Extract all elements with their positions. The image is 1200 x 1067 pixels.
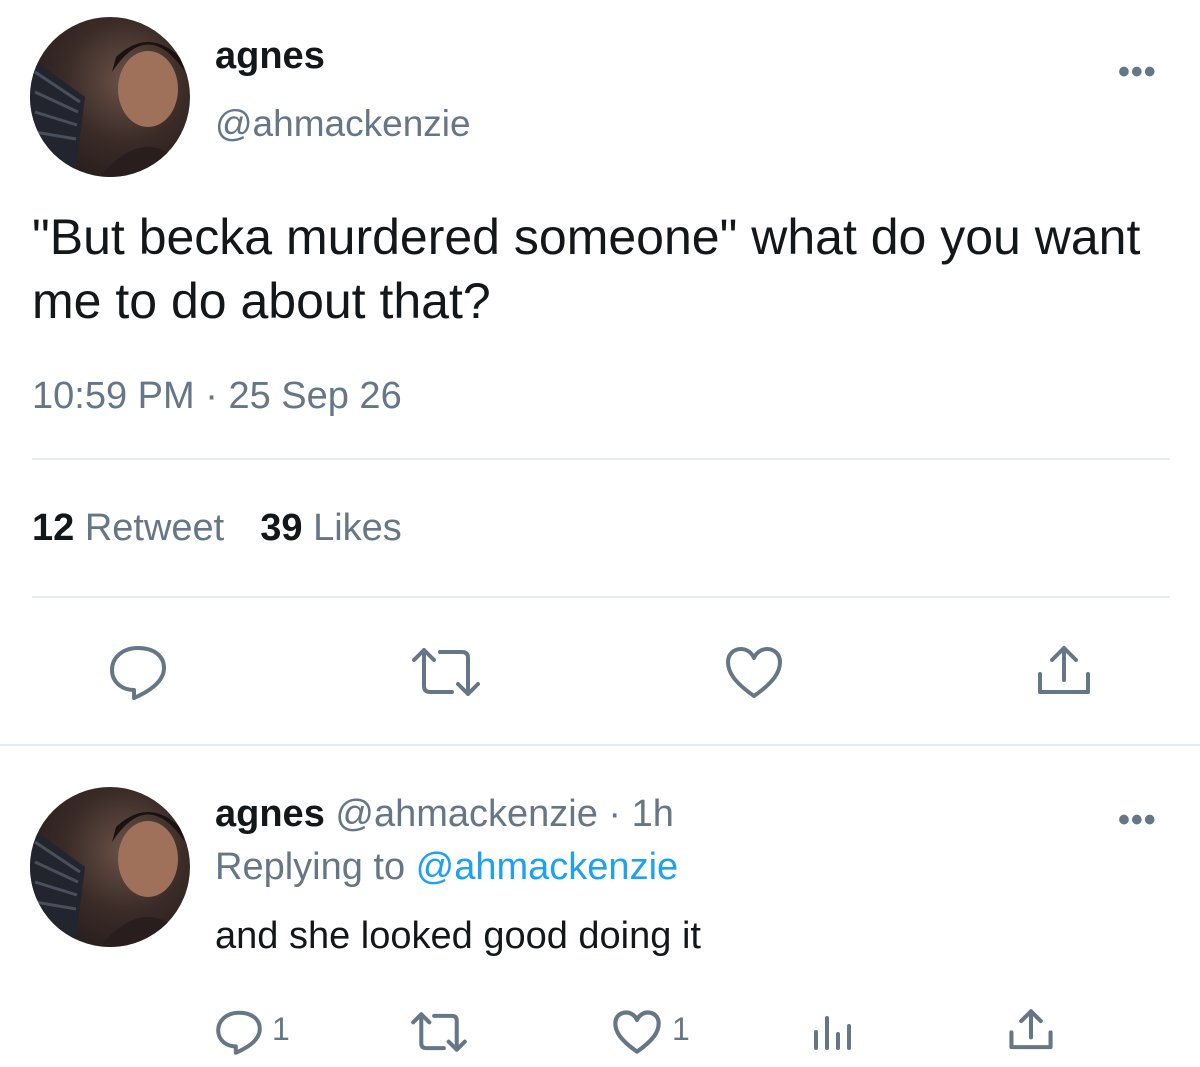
divider	[32, 596, 1170, 598]
timestamp-separator: ·	[194, 375, 229, 417]
reply-time[interactable]: 1h	[632, 793, 674, 835]
avatar[interactable]	[30, 17, 190, 177]
replying-prefix: Replying to	[215, 846, 416, 888]
author-handle[interactable]: @ahmackenzie	[215, 103, 471, 145]
like-label: Likes	[302, 507, 402, 549]
tweet-detail-page: agnes @ahmackenzie ••• "But becka murder…	[0, 0, 1200, 1067]
tweet-text: "But becka murdered someone" what do you…	[32, 209, 1141, 329]
reply-retweet-icon[interactable]	[410, 1011, 468, 1053]
tweet-stats: 12 Retweet 39 Likes	[32, 507, 402, 550]
avatar-image	[30, 42, 190, 177]
replying-to-link[interactable]: @ahmackenzie	[416, 846, 678, 888]
replying-to: Replying to @ahmackenzie	[215, 846, 678, 889]
reply-share-icon[interactable]	[1008, 1008, 1054, 1052]
divider	[32, 458, 1170, 460]
retweets-stat[interactable]: 12 Retweet	[32, 507, 224, 549]
avatar-image	[30, 812, 190, 947]
tweet-time: 10:59 PM	[32, 375, 195, 417]
like-count: 39	[260, 507, 303, 549]
retweet-label: Retweet	[74, 507, 225, 549]
retweet-count: 12	[32, 507, 75, 549]
analytics-icon[interactable]	[810, 1010, 854, 1054]
reply-like-count: 1	[672, 1011, 690, 1047]
share-icon[interactable]	[1036, 644, 1092, 698]
more-options-icon[interactable]: •••	[1118, 55, 1157, 89]
reply-time-separator: ·	[597, 793, 632, 835]
reply-more-options-icon[interactable]: •••	[1118, 803, 1157, 837]
reply-reply-icon[interactable]	[215, 1009, 263, 1055]
reply-author-name[interactable]: agnes	[215, 793, 325, 835]
tweet-timestamp[interactable]: 10:59 PM · 25 Sep 26	[32, 375, 402, 418]
reply-like-icon[interactable]	[612, 1010, 662, 1055]
author-name[interactable]: agnes	[215, 35, 325, 78]
retweet-icon[interactable]	[410, 646, 482, 698]
reply-icon[interactable]	[108, 644, 168, 700]
tweet-date: 25 Sep 26	[228, 375, 402, 417]
reply-text: and she looked good doing it	[215, 915, 701, 957]
reply-author-handle[interactable]: @ahmackenzie	[325, 793, 598, 835]
reply-avatar[interactable]	[30, 787, 190, 947]
likes-stat[interactable]: 39 Likes	[260, 507, 402, 549]
like-icon[interactable]	[724, 646, 784, 700]
reply-header: agnes @ahmackenzie · 1h	[215, 793, 674, 836]
reply-reply-count: 1	[272, 1011, 290, 1047]
divider	[0, 744, 1200, 746]
